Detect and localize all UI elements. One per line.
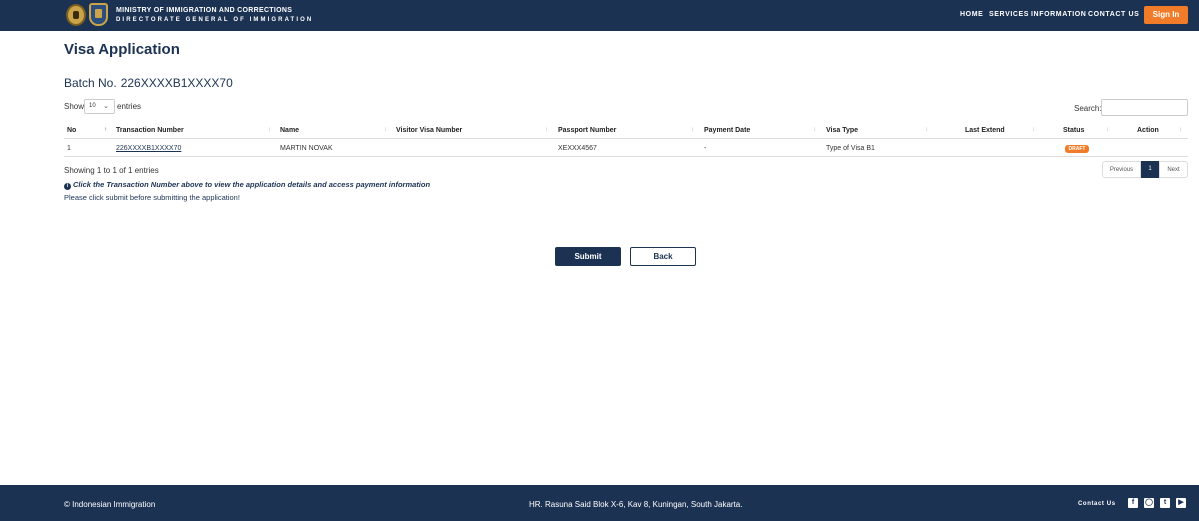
cell-visa-type: Type of Visa B1 [826,145,875,152]
nav-home[interactable]: HOME [960,11,983,18]
sort-icon: ↕ [1032,127,1035,133]
column-header-visitor-visa-number[interactable]: Visitor Visa Number [396,127,462,134]
sort-icon: ↕ [691,127,694,133]
column-header-payment-date[interactable]: Payment Date [704,127,750,134]
transaction-number-link[interactable]: 226XXXXB1XXXX70 [116,145,181,152]
column-header-last-extend[interactable]: Last Extend [965,127,1005,134]
table-row: 1 226XXXXB1XXXX70 MARTIN NOVAK XEXXX4567… [64,140,1188,157]
hint-text: Click the Transaction Number above to vi… [73,180,431,189]
nav-services[interactable]: SERVICES [989,11,1029,18]
column-header-visa-type[interactable]: Visa Type [826,127,858,134]
batch-label: Batch No. [64,76,117,90]
page-length-value: 10 [89,103,96,109]
sort-icon: ↕ [268,127,271,133]
batch-value: 226XXXXB1XXXX70 [120,76,233,90]
facebook-icon[interactable]: f [1128,498,1138,508]
hint-message: i Click the Transaction Number above to v… [64,180,430,190]
search-label: Search: [1074,104,1102,113]
nav-information[interactable]: INFORMATION [1031,11,1086,18]
status-badge: DRAFT [1065,145,1089,153]
footer: © Indonesian Immigration HR. Rasuna Said… [0,485,1199,521]
batch-number: Batch No. 226XXXXB1XXXX70 [64,76,233,90]
sort-icon: ↕ [1179,127,1182,133]
ministry-name: MINISTRY OF IMMIGRATION AND CORRECTIONS [116,7,293,14]
brand-text: MINISTRY OF IMMIGRATION AND CORRECTIONS … [116,7,313,24]
cell-name: MARTIN NOVAK [280,145,333,152]
column-header-name[interactable]: Name [280,127,299,134]
cell-passport-number: XEXXX4567 [558,145,597,152]
sort-asc-icon: ↑ [104,127,107,133]
column-header-status[interactable]: Status [1063,127,1084,134]
chevron-down-icon: ⌄ [103,103,109,110]
instagram-icon[interactable]: ◯ [1144,498,1154,508]
twitter-icon[interactable]: t [1160,498,1170,508]
footer-contact-us[interactable]: Contact Us [1078,501,1116,507]
sort-icon: ↕ [545,127,548,133]
submit-notice: Please click submit before submitting th… [64,193,240,202]
column-header-no[interactable]: No [67,127,76,134]
pagination-page-1[interactable]: 1 [1141,161,1159,178]
info-icon: i [64,183,71,190]
sort-icon: ↕ [384,127,387,133]
pagination-previous[interactable]: Previous [1102,161,1141,178]
top-navbar: MINISTRY OF IMMIGRATION AND CORRECTIONS … [0,0,1199,31]
search-input[interactable] [1101,99,1188,116]
column-header-passport-number[interactable]: Passport Number [558,127,616,134]
immigration-shield-logo [89,3,108,26]
submit-button[interactable]: Submit [555,247,621,266]
footer-address: HR. Rasuna Said Blok X-6, Kav 8, Kuninga… [529,500,743,509]
page-title: Visa Application [64,41,180,58]
garuda-emblem-logo [66,4,86,26]
youtube-icon[interactable]: ▶ [1176,498,1186,508]
table-info: Showing 1 to 1 of 1 entries [64,166,159,175]
sort-icon: ↕ [925,127,928,133]
pagination-next[interactable]: Next [1159,161,1188,178]
column-header-transaction-number[interactable]: Transaction Number [116,127,184,134]
cell-no: 1 [67,145,71,152]
column-header-action[interactable]: Action [1137,127,1159,134]
footer-copyright: © Indonesian Immigration [64,500,156,509]
show-label: Show [64,102,85,111]
back-button[interactable]: Back [630,247,696,266]
sort-icon: ↕ [813,127,816,133]
page-length-select[interactable]: 10 ⌄ [84,99,115,114]
sort-icon: ↕ [1106,127,1109,133]
directorate-name: DIRECTORATE GENERAL OF IMMIGRATION [116,17,314,23]
sign-in-button[interactable]: Sign In [1144,6,1188,24]
entries-label: entries [117,102,142,111]
cell-payment-date: - [704,145,707,152]
table-header: No ↑ Transaction Number ↕ Name ↕ Visitor… [64,123,1188,139]
nav-contact-us[interactable]: CONTACT US [1088,11,1139,18]
